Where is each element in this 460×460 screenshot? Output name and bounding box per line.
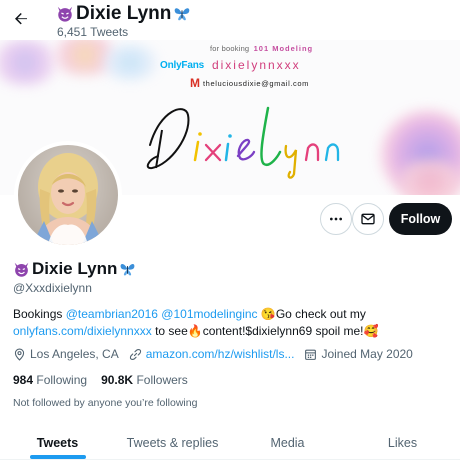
butterfly-icon xyxy=(120,263,135,275)
profile-header: Dixie Lynn 6,451 Tweets xyxy=(0,0,460,40)
tab-tweets[interactable]: Tweets xyxy=(0,425,115,459)
arrow-left-icon xyxy=(15,13,27,25)
more-options-button[interactable] xyxy=(320,203,352,235)
profile-tabs: Tweets Tweets & replies Media Likes xyxy=(0,425,460,460)
onlyfans-logo: OnlyFans xyxy=(160,59,204,71)
banner-email: theluciousdixie@gmail.com xyxy=(203,78,309,88)
profile-name-text: Dixie Lynn xyxy=(32,259,118,278)
profile-handle: @Xxxdixielynn xyxy=(13,281,92,295)
avatar-photo xyxy=(32,153,104,245)
banner-script-signature xyxy=(146,106,340,179)
header-name: Dixie Lynn xyxy=(76,3,172,24)
profile-bio: Bookings @teambrian2016 @101modelinginc … xyxy=(13,306,453,340)
location-text: Los Angeles, CA xyxy=(30,347,119,361)
smiling-devil-icon xyxy=(57,6,73,22)
website-link[interactable]: amazon.com/hz/wishlist/ls... xyxy=(146,347,295,361)
banner-email-row: M theluciousdixie@gmail.com xyxy=(190,76,309,90)
tweet-count: 6,451 Tweets xyxy=(57,25,129,39)
banner-watercolor xyxy=(100,45,160,80)
follow-stats: 984 Following 90.8K Followers xyxy=(13,373,188,387)
bio-mention-link[interactable]: @teambrian2016 xyxy=(66,307,158,321)
joined-text: Joined May 2020 xyxy=(321,347,413,361)
calendar-icon xyxy=(305,349,317,360)
header-title: Dixie Lynn xyxy=(56,3,191,25)
link-icon xyxy=(129,348,141,360)
profile-name: Dixie Lynn xyxy=(13,259,136,279)
more-dots-icon xyxy=(330,217,342,221)
avatar[interactable] xyxy=(14,141,122,249)
envelope-icon xyxy=(361,213,375,225)
bio-text: Bookings xyxy=(13,307,66,321)
bio-text: 😘Go check out my xyxy=(257,307,366,321)
tab-likes[interactable]: Likes xyxy=(345,425,460,459)
profile-meta: Los Angeles, CA amazon.com/hz/wishlist/l… xyxy=(13,347,423,361)
followers-link[interactable]: 90.8K Followers xyxy=(101,373,188,387)
banner-booking-text: for booking 101 Modeling xyxy=(210,44,313,53)
butterfly-icon xyxy=(175,8,190,21)
followers-label: Followers xyxy=(136,373,188,387)
following-count: 984 xyxy=(13,373,34,387)
website-item: amazon.com/hz/wishlist/ls... xyxy=(129,347,295,361)
banner-watercolor xyxy=(0,40,60,85)
back-button[interactable] xyxy=(10,8,32,30)
bio-mention-link[interactable]: @101modelinginc xyxy=(161,307,257,321)
following-label: Following xyxy=(36,373,88,387)
tab-media[interactable]: Media xyxy=(230,425,345,459)
gmail-icon: M xyxy=(190,76,200,90)
booking-label: for booking xyxy=(210,44,250,53)
mutual-followers-note: Not followed by anyone you’re following xyxy=(13,397,198,409)
onlyfans-handle: dixielynnxxx xyxy=(211,58,301,72)
banner-onlyfans-row: OnlyFans dixielynnxxx xyxy=(160,58,301,72)
follow-button[interactable]: Follow xyxy=(389,203,452,235)
location-pin-icon xyxy=(14,348,25,361)
joined-item: Joined May 2020 xyxy=(304,347,413,361)
tab-tweets-and-replies[interactable]: Tweets & replies xyxy=(115,425,230,459)
location-item: Los Angeles, CA xyxy=(13,347,119,361)
message-button[interactable] xyxy=(352,203,384,235)
booking-agency: 101 Modeling xyxy=(253,44,314,53)
smiling-devil-icon xyxy=(14,262,29,277)
following-link[interactable]: 984 Following xyxy=(13,373,87,387)
followers-count: 90.8K xyxy=(101,373,134,387)
bio-url-link[interactable]: onlyfans.com/dixielynnxxx xyxy=(13,324,152,338)
bio-text: to see🔥content!$dixielynn69 spoil me!🥰 xyxy=(151,324,379,338)
